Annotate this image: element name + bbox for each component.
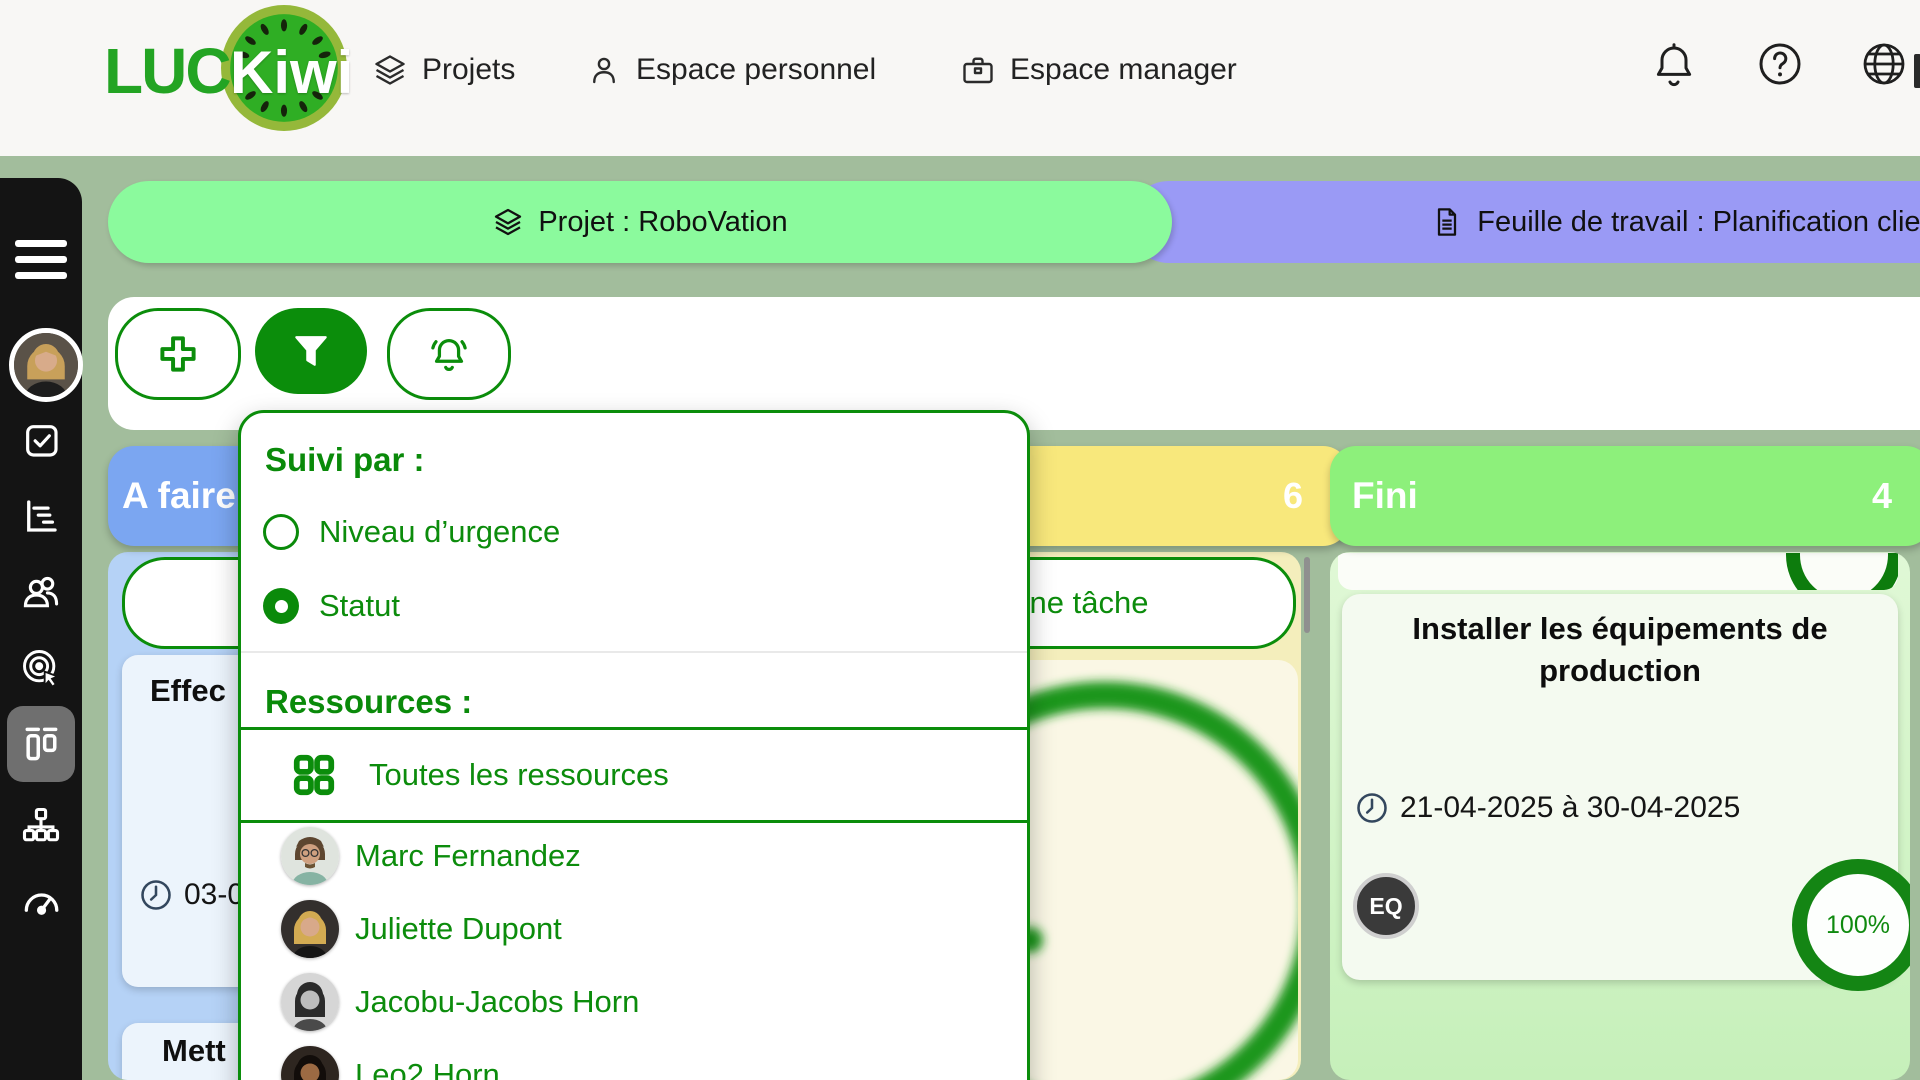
- radio-option-urgency-label: Niveau d’urgence: [319, 514, 560, 550]
- task-card-date-text: 03-0: [184, 878, 244, 912]
- plus-icon: [155, 331, 201, 377]
- resources-heading: Ressources :: [265, 683, 472, 721]
- sidebar-objectives-item[interactable]: [13, 640, 69, 696]
- notifications-bell-icon[interactable]: [1650, 40, 1698, 88]
- column-title-todo: A faire: [122, 475, 236, 517]
- progress-donut: 100%: [1792, 859, 1910, 991]
- radio-option-status[interactable]: Statut: [241, 582, 1027, 630]
- nav-espace-personnel[interactable]: Espace personnel: [586, 40, 876, 100]
- top-header: LUC Kiwi Projet: [0, 0, 1920, 156]
- nav-espace-manager[interactable]: Espace manager: [960, 40, 1237, 100]
- avatar: [281, 900, 339, 958]
- add-button[interactable]: [115, 308, 241, 400]
- sidebar-hierarchy-item[interactable]: [13, 798, 69, 854]
- gantt-chart-icon: [20, 495, 62, 537]
- column-header-done: Fini 4: [1330, 446, 1920, 546]
- resource-option[interactable]: Marc Fernandez: [241, 819, 1027, 892]
- filter-dropdown-panel: Suivi par : Niveau d’urgence Statut Ress…: [238, 410, 1030, 1080]
- sidebar-resources-item[interactable]: [13, 564, 69, 620]
- column-count-in-progress: 6: [1283, 475, 1303, 517]
- org-chart-icon: [19, 804, 63, 848]
- nav-espace-manager-label: Espace manager: [1010, 53, 1237, 87]
- worksheet-banner-label: Feuille de travail : Planification clien…: [1477, 206, 1920, 239]
- document-icon: [1431, 206, 1463, 238]
- resource-option[interactable]: Leo2 Horn: [241, 1038, 1027, 1080]
- logo-text-luc[interactable]: LUC: [104, 34, 230, 108]
- column-count-done: 4: [1872, 475, 1920, 517]
- app-root: LUC Kiwi Projet: [0, 0, 1920, 1080]
- assignee-badge: EQ: [1353, 873, 1419, 939]
- avatar: [281, 1046, 339, 1080]
- nav-espace-personnel-label: Espace personnel: [636, 53, 876, 87]
- sidebar-dashboard-item[interactable]: [13, 874, 69, 930]
- column-title-done: Fini: [1352, 475, 1418, 517]
- resource-name: Marc Fernandez: [355, 838, 581, 874]
- resource-name: Leo2 Horn: [355, 1057, 500, 1080]
- logo-text-kiwi[interactable]: Kiwi: [230, 38, 353, 107]
- column-body-done: Installer les équipements de production …: [1330, 552, 1910, 1080]
- progress-ring-partial: [1786, 553, 1898, 590]
- progress-value: 100%: [1826, 911, 1890, 940]
- grid-icon: [291, 752, 337, 798]
- task-card-partial[interactable]: [1338, 553, 1898, 590]
- menu-hamburger-icon[interactable]: [15, 240, 67, 280]
- resource-option[interactable]: Jacobu-Jacobs Horn: [241, 965, 1027, 1038]
- user-avatar[interactable]: [9, 328, 83, 402]
- resource-name: Juliette Dupont: [355, 911, 562, 947]
- radio-option-urgency[interactable]: Niveau d’urgence: [241, 508, 1027, 556]
- project-banner-label: Projet : RoboVation: [538, 206, 787, 239]
- sidebar-tasks-item[interactable]: [13, 412, 69, 468]
- avatar: [281, 973, 339, 1031]
- project-banner[interactable]: Projet : RoboVation: [108, 181, 1172, 263]
- worksheet-banner[interactable]: Feuille de travail : Planification clien…: [1128, 181, 1920, 263]
- sidebar-kanban-item[interactable]: [13, 716, 69, 772]
- task-card-title: Installer les équipements de production: [1370, 608, 1870, 692]
- help-icon[interactable]: [1756, 40, 1804, 88]
- resource-option[interactable]: Juliette Dupont: [241, 892, 1027, 965]
- person-icon: [586, 52, 622, 88]
- sidebar: [0, 178, 82, 1080]
- nav-projets[interactable]: Projets: [372, 40, 515, 100]
- all-resources-label: Toutes les ressources: [369, 757, 669, 793]
- clock-icon: [1354, 790, 1390, 826]
- clock-icon: [138, 877, 174, 913]
- people-icon: [19, 570, 63, 614]
- all-resources-option[interactable]: Toutes les ressources: [238, 727, 1030, 823]
- avatar-image: [14, 333, 78, 397]
- layers-icon: [492, 206, 524, 238]
- task-card-title: Mett: [162, 1033, 226, 1069]
- checkbox-icon: [21, 420, 61, 460]
- clipped-edge-element[interactable]: [1914, 54, 1920, 88]
- radio-selected-icon[interactable]: [263, 588, 299, 624]
- layers-icon: [372, 52, 408, 88]
- bell-ring-icon: [426, 331, 472, 377]
- nav-projets-label: Projets: [422, 53, 515, 87]
- gauge-icon: [19, 880, 63, 924]
- resource-name: Jacobu-Jacobs Horn: [355, 984, 639, 1020]
- tracked-by-heading: Suivi par :: [265, 441, 425, 479]
- alerts-button[interactable]: [387, 308, 511, 400]
- task-card-date-text: 21-04-2025 à 30-04-2025: [1400, 791, 1740, 825]
- radio-unselected-icon[interactable]: [263, 514, 299, 550]
- divider: [241, 651, 1027, 653]
- briefcase-icon: [960, 52, 996, 88]
- task-card-done[interactable]: Installer les équipements de production …: [1342, 594, 1898, 980]
- task-card-dates: 03-0: [138, 877, 244, 913]
- avatar: [281, 827, 339, 885]
- filter-funnel-icon: [289, 329, 333, 373]
- filter-button[interactable]: [255, 308, 367, 394]
- column-scrollbar[interactable]: [1304, 557, 1310, 633]
- globe-icon[interactable]: [1860, 40, 1908, 88]
- task-card-dates: 21-04-2025 à 30-04-2025: [1354, 790, 1740, 826]
- target-icon: [19, 646, 63, 690]
- task-card-title: Effec: [150, 673, 226, 709]
- radio-option-status-label: Statut: [319, 588, 400, 624]
- sidebar-gantt-item[interactable]: [13, 488, 69, 544]
- kanban-board-icon: [19, 722, 63, 766]
